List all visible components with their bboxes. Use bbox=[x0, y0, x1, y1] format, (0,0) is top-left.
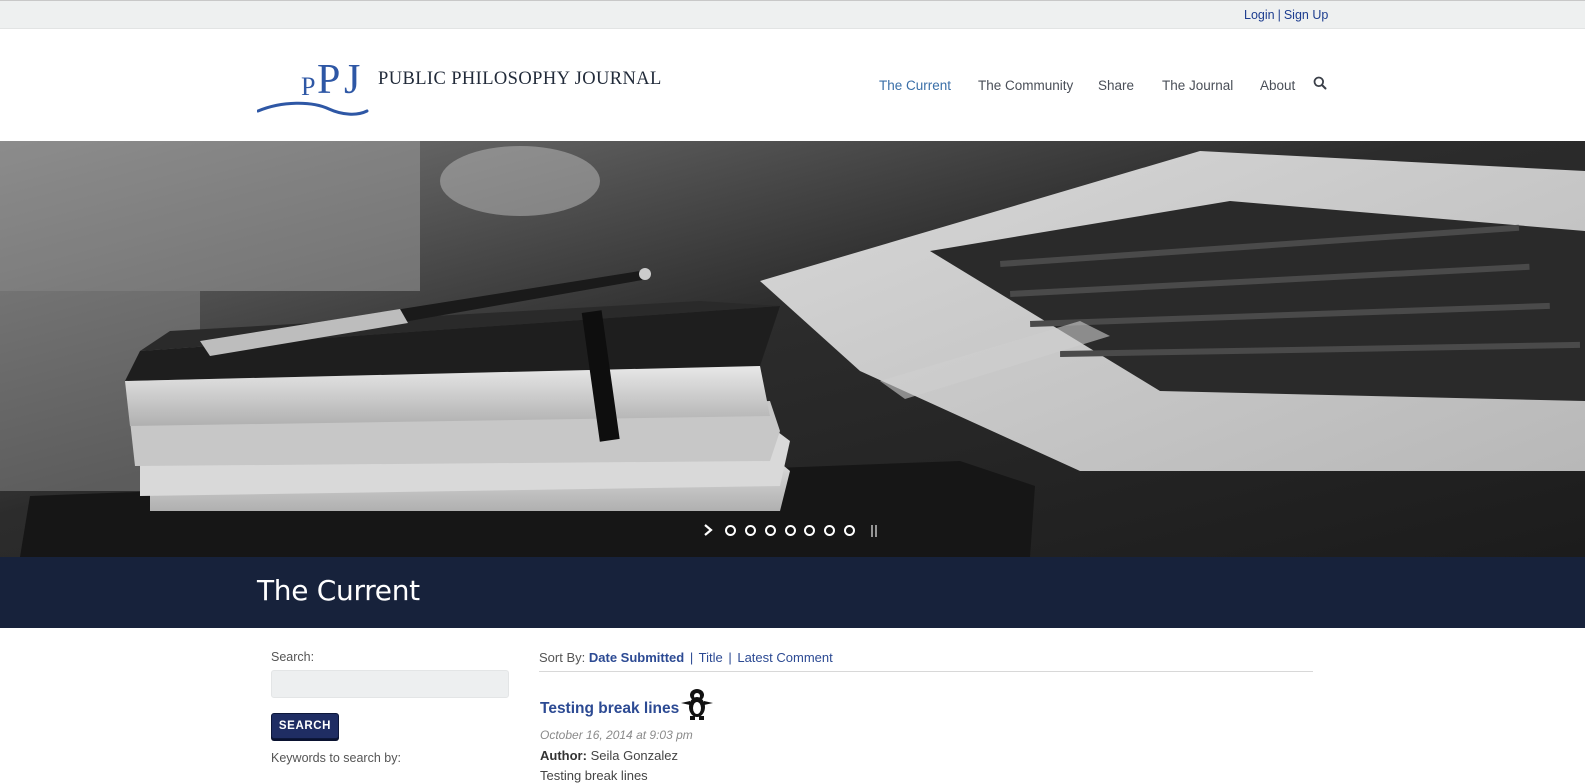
pause-icon[interactable] bbox=[871, 525, 879, 537]
sort-latest-comment[interactable]: Latest Comment bbox=[737, 650, 832, 665]
search-icon[interactable] bbox=[1313, 76, 1329, 92]
sort-separator: | bbox=[728, 650, 732, 665]
slide-dot-4[interactable] bbox=[785, 525, 796, 536]
login-link[interactable]: Login bbox=[1244, 8, 1275, 22]
sort-title[interactable]: Title bbox=[699, 650, 723, 665]
search-input[interactable] bbox=[271, 670, 509, 698]
nav-the-community[interactable]: The Community bbox=[978, 78, 1073, 93]
search-label: Search: bbox=[271, 650, 315, 664]
sort-date-submitted[interactable]: Date Submitted bbox=[589, 650, 684, 665]
nav-about[interactable]: About bbox=[1260, 78, 1295, 93]
main-content: Search: SEARCH Keywords to search by: So… bbox=[0, 628, 1585, 783]
hero-slider[interactable] bbox=[0, 141, 1585, 557]
slide-dot-6[interactable] bbox=[824, 525, 835, 536]
auth-separator: | bbox=[1277, 8, 1281, 22]
svg-text:J: J bbox=[344, 57, 360, 103]
nav-the-journal[interactable]: The Journal bbox=[1162, 78, 1233, 93]
ppj-logo-mark-icon: P P J bbox=[256, 57, 369, 116]
slide-dot-7[interactable] bbox=[844, 525, 855, 536]
post-author-name: Seila Gonzalez bbox=[590, 748, 679, 763]
search-button[interactable]: SEARCH bbox=[271, 713, 339, 739]
auth-links: Login | Sign Up bbox=[1244, 8, 1328, 22]
site-header: P P J PUBLIC PHILOSOPHY JOURNAL The Curr… bbox=[0, 29, 1585, 141]
slide-dot-1[interactable] bbox=[725, 525, 736, 536]
svg-text:P: P bbox=[317, 57, 340, 103]
page-title-banner: The Current bbox=[0, 557, 1585, 628]
signup-link[interactable]: Sign Up bbox=[1284, 8, 1328, 22]
slide-dot-5[interactable] bbox=[804, 525, 815, 536]
page-title: The Current bbox=[257, 574, 420, 607]
top-utility-bar: Login | Sign Up bbox=[0, 0, 1585, 29]
keywords-label: Keywords to search by: bbox=[271, 751, 401, 765]
svg-text:P: P bbox=[301, 72, 315, 101]
site-title[interactable]: PUBLIC PHILOSOPHY JOURNAL bbox=[378, 69, 662, 90]
slide-dot-2[interactable] bbox=[745, 525, 756, 536]
post-author: Author: Seila Gonzalez bbox=[540, 748, 678, 763]
hero-image bbox=[0, 141, 1585, 557]
avatar[interactable] bbox=[678, 687, 716, 721]
mascot-avatar-icon bbox=[681, 689, 713, 720]
post-title-link[interactable]: Testing break lines bbox=[540, 700, 679, 718]
post-author-label: Author: bbox=[540, 748, 587, 763]
nav-the-current[interactable]: The Current bbox=[879, 78, 951, 93]
sort-bar: Sort By: Date Submitted | Title | Latest… bbox=[539, 650, 1313, 672]
post-excerpt: Testing break lines bbox=[540, 768, 648, 783]
sort-prefix: Sort By: bbox=[539, 650, 586, 665]
nav-share[interactable]: Share bbox=[1098, 78, 1134, 93]
sort-separator: | bbox=[689, 650, 694, 665]
post-date: October 16, 2014 at 9:03 pm bbox=[540, 728, 693, 742]
slide-dot-3[interactable] bbox=[765, 525, 776, 536]
chevron-right-icon[interactable] bbox=[703, 523, 713, 537]
